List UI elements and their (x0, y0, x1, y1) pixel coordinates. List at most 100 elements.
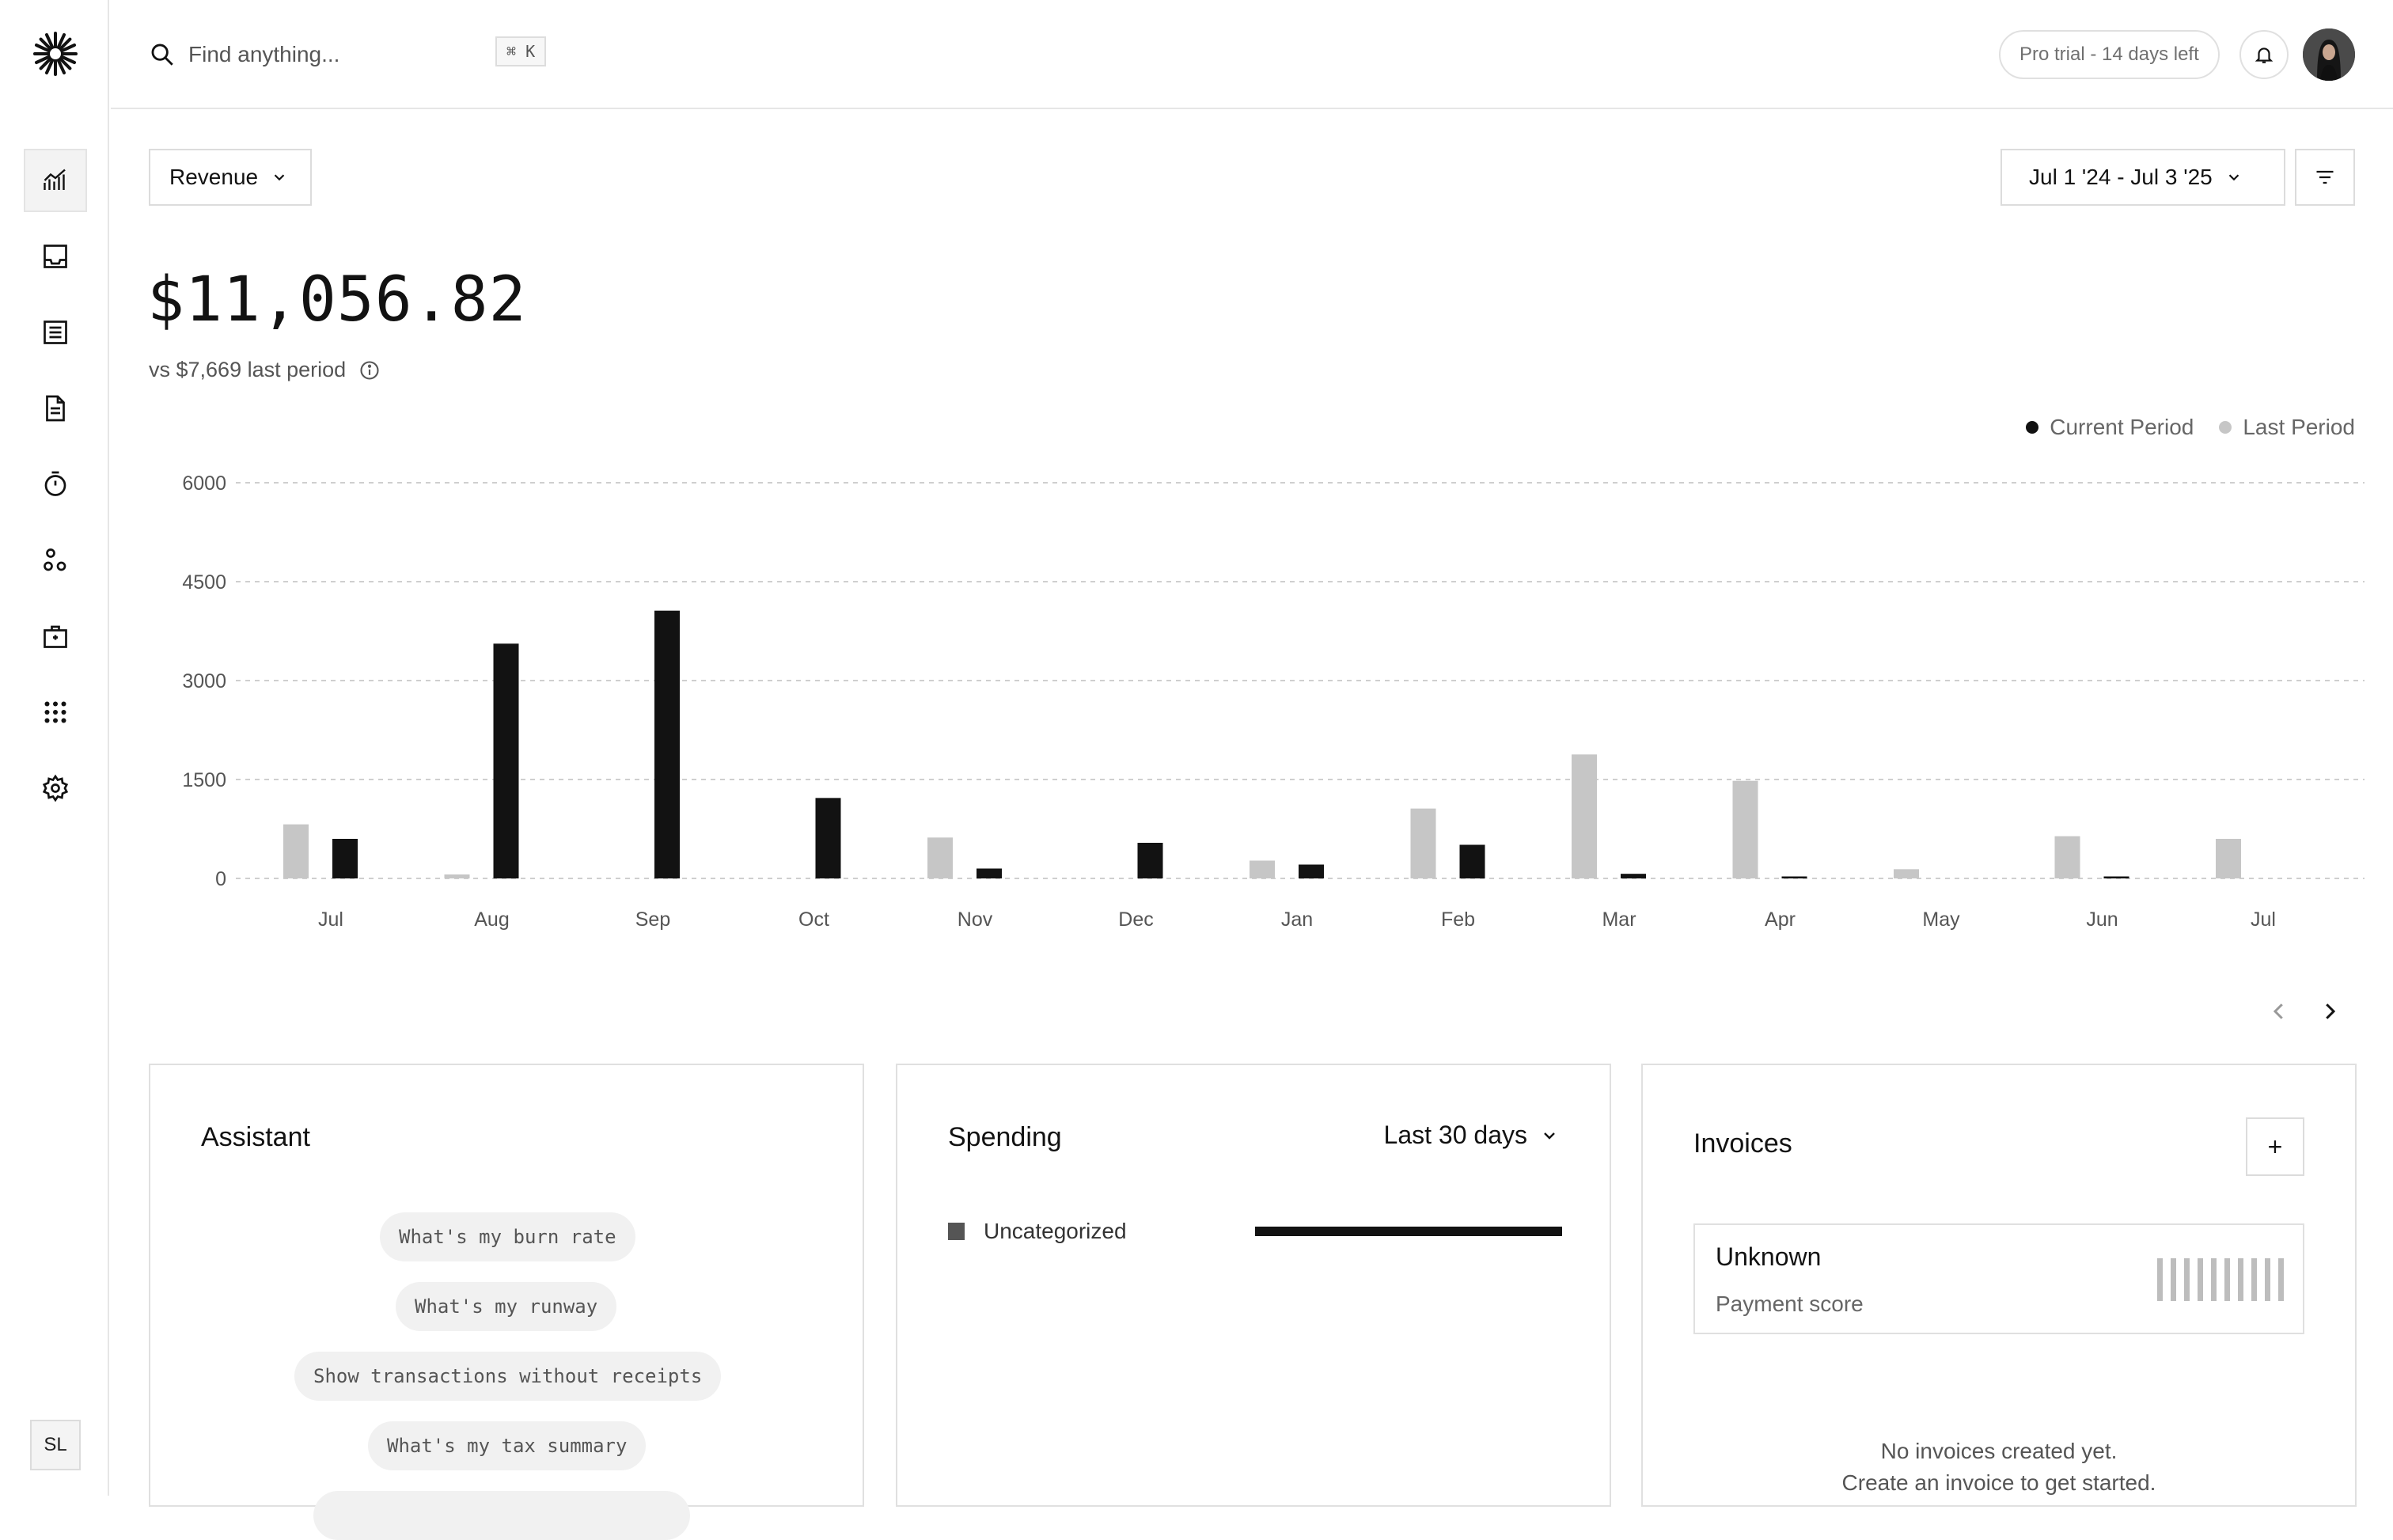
sidebar-item-overview[interactable] (24, 149, 87, 212)
bar-current-period (1299, 864, 1324, 878)
legend-current-label: Current Period (2050, 415, 2194, 439)
comparison-label: vs $7,669 last period (149, 358, 347, 381)
empty-line-1: No invoices created yet. (1880, 1439, 2118, 1463)
user-avatar[interactable] (2303, 28, 2355, 81)
metric-select[interactable]: Revenue (149, 149, 312, 206)
bar-last-period (1410, 808, 1436, 878)
trial-badge[interactable]: Pro trial - 14 days left (1999, 30, 2220, 79)
bar-last-period (1572, 754, 1597, 878)
chart-next-button[interactable] (2312, 994, 2347, 1029)
comparison-text: vs $7,669 last period (149, 358, 381, 382)
payment-score-value: Unknown (1716, 1242, 1822, 1271)
suggestion-chip-partial[interactable] (313, 1491, 690, 1540)
suggestion-chip[interactable]: What's my burn rate (380, 1212, 635, 1261)
bar-current-period (815, 798, 841, 878)
sidebar-item-customers[interactable] (24, 529, 87, 592)
bar-current-period (1137, 843, 1163, 878)
x-tick-label: Aug (474, 908, 509, 931)
metric-select-label: Revenue (169, 165, 259, 189)
x-tick-label: Jun (2086, 908, 2118, 931)
x-tick-label: Jul (318, 908, 343, 931)
bar-current-period (1621, 874, 1646, 878)
logo-icon[interactable] (32, 28, 79, 79)
category-bar (1255, 1227, 1562, 1236)
spending-category-row[interactable]: Uncategorized (948, 1216, 1562, 1247)
briefcase-icon (44, 625, 67, 648)
bar-current-period (332, 839, 358, 878)
bar-current-period (977, 868, 1002, 878)
y-tick-label: 3000 (182, 670, 226, 692)
chevron-left-icon (2273, 1003, 2283, 1019)
profile-photo (2303, 28, 2355, 81)
legend-last: Last Period (2219, 415, 2355, 440)
y-tick-label: 6000 (182, 472, 226, 495)
suggestion-chip[interactable]: Show transactions without receipts (294, 1352, 722, 1401)
user-initials-avatar[interactable]: SL (30, 1420, 81, 1470)
sidebar-item-tracker[interactable] (24, 453, 87, 516)
payment-score-meter (2157, 1258, 2284, 1301)
bar-current-period (1459, 844, 1485, 878)
sidebar-item-transactions[interactable] (24, 301, 87, 364)
y-tick-label: 1500 (182, 769, 226, 791)
inbox-icon (44, 245, 67, 268)
bar-current-period (2103, 876, 2129, 878)
bar-last-period (1250, 860, 1275, 878)
chevron-down-icon (274, 174, 285, 181)
invoices-card: Invoices + Unknown Payment score No invo… (1641, 1064, 2357, 1507)
sidebar-item-vault[interactable] (24, 605, 87, 668)
filter-button[interactable] (2295, 149, 2355, 206)
sidebar-item-apps[interactable] (24, 681, 87, 744)
category-label: Uncategorized (984, 1219, 1127, 1243)
timer-icon (44, 471, 66, 496)
chevron-right-icon (2326, 1003, 2336, 1019)
spending-title: Spending (948, 1122, 1062, 1152)
notifications-button[interactable] (2239, 30, 2289, 79)
sidebar: SL (0, 0, 109, 1496)
suggestion-chip[interactable]: What's my tax summary (368, 1421, 647, 1470)
bar-last-period (2216, 839, 2241, 878)
date-range-picker[interactable]: Jul 1 '24 - Jul 3 '25 (2000, 149, 2285, 206)
spending-period-select[interactable]: Last 30 days (1384, 1121, 1559, 1150)
search-input[interactable] (188, 35, 505, 74)
bar-last-period (1894, 869, 1919, 878)
invoices-title: Invoices (1693, 1128, 1792, 1159)
revenue-total: $11,056.82 (147, 264, 527, 336)
sidebar-item-settings[interactable] (24, 757, 87, 820)
bar-current-period (654, 610, 680, 878)
search-shortcut-hint: ⌘ K (495, 36, 547, 66)
search-icon (151, 44, 173, 66)
chevron-down-icon (2228, 174, 2239, 181)
x-tick-label: Sep (635, 908, 670, 931)
payment-score-label: Payment score (1716, 1292, 1864, 1316)
people-icon (44, 548, 66, 571)
add-invoice-button[interactable]: + (2246, 1117, 2304, 1176)
x-tick-label: Jan (1281, 908, 1313, 931)
x-tick-label: Mar (1602, 908, 1636, 931)
suggestion-chip[interactable]: What's my runway (396, 1282, 617, 1331)
bar-last-period (1732, 780, 1758, 878)
x-tick-label: Oct (798, 908, 829, 931)
x-tick-label: Apr (1765, 908, 1796, 931)
x-tick-label: Dec (1118, 908, 1153, 931)
legend-last-swatch (2219, 421, 2232, 434)
assistant-card: Assistant What's my burn rate What's my … (149, 1064, 864, 1540)
chart-icon (44, 169, 66, 190)
top-header: ⌘ K Pro trial - 14 days left (111, 0, 2393, 109)
bar-current-period (1781, 876, 1807, 878)
filter-icon (2316, 170, 2334, 184)
bar-last-period (444, 874, 470, 878)
chart-prev-button[interactable] (2262, 994, 2296, 1029)
y-tick-label: 4500 (182, 571, 226, 594)
x-tick-label: May (1922, 908, 1960, 931)
gear-icon (42, 774, 69, 802)
sidebar-item-inbox[interactable] (24, 225, 87, 288)
info-icon[interactable] (358, 359, 381, 381)
category-swatch (948, 1223, 965, 1240)
chart-legend: Current Period Last Period (2000, 415, 2355, 440)
y-tick-label: 0 (215, 868, 226, 890)
revenue-bar-chart: 0 1500 3000 4500 6000 Jul Aug Sep Oct Nov Dec Jan Fe… (182, 472, 2365, 931)
assistant-title: Assistant (201, 1122, 310, 1152)
x-tick-label: Jul (2251, 908, 2276, 931)
sidebar-item-invoices[interactable] (24, 377, 87, 440)
chevron-down-icon (1544, 1132, 1555, 1140)
